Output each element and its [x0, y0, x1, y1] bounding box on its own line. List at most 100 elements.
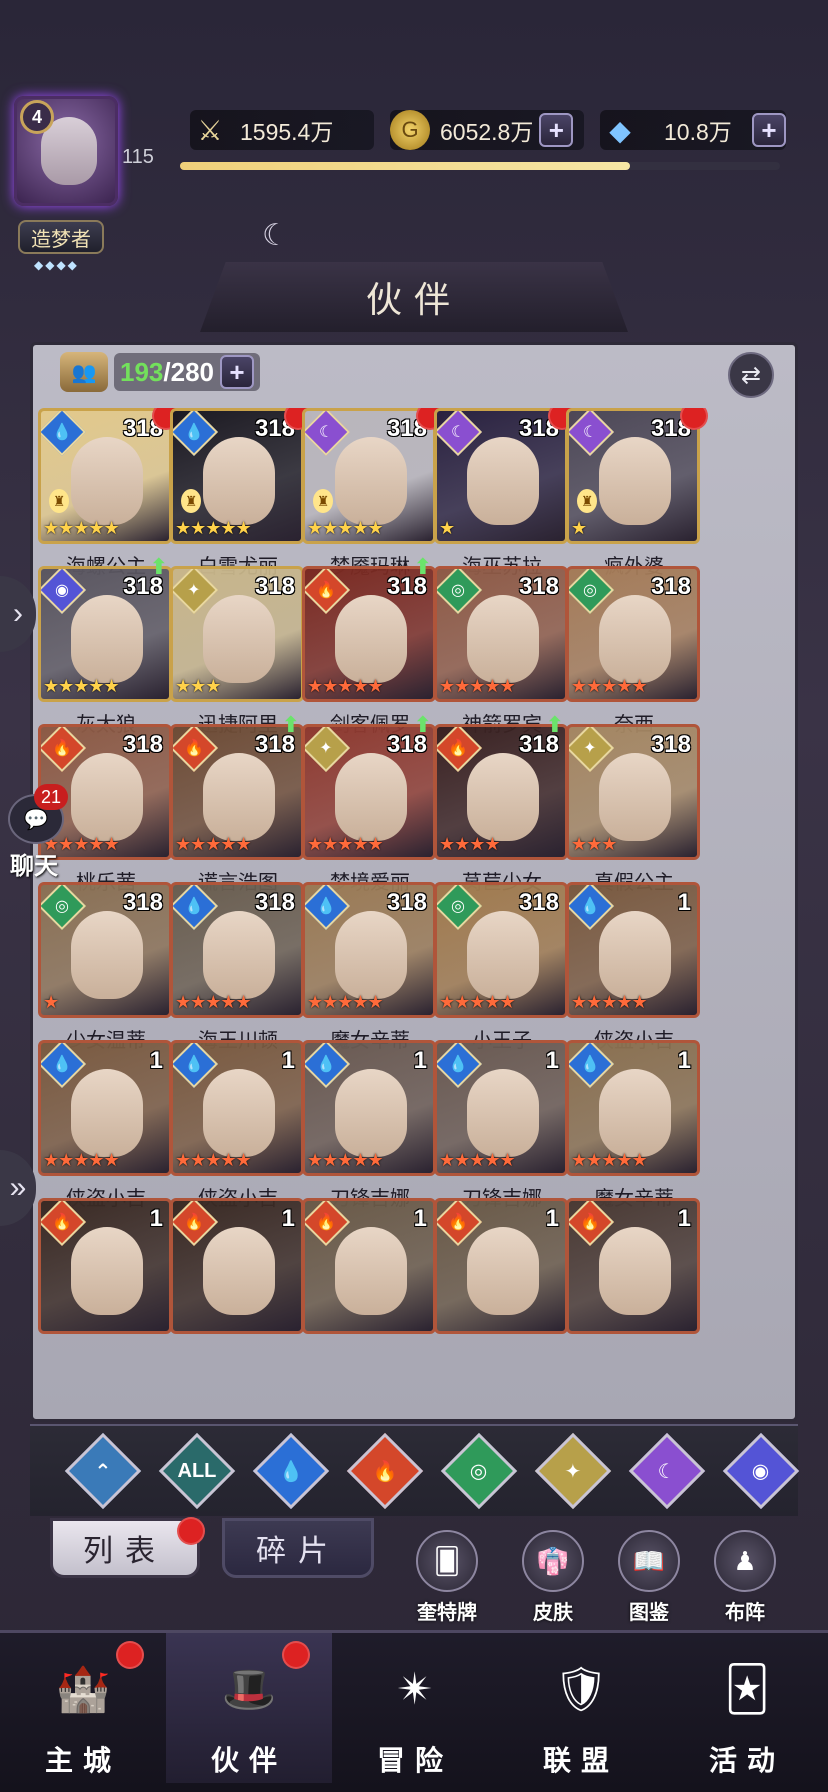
hero-stars: ★★★★★ — [439, 992, 516, 1012]
quick-action-album[interactable]: 📖 图鉴 — [606, 1530, 692, 1626]
nav-item-shield[interactable]: 🛡 联盟 — [498, 1633, 664, 1783]
hero-stars: ★ — [571, 518, 587, 538]
chat-unread-badge: 21 — [34, 784, 68, 810]
expand-roster-button[interactable]: + — [220, 355, 255, 389]
hero-card[interactable]: 🔥318★★★★★⬆谎言浩图 — [170, 712, 306, 896]
nav-item-label: 联盟 — [542, 1744, 619, 1777]
hero-face — [71, 1227, 143, 1315]
upgrade-arrow-icon: ⬆ — [413, 554, 432, 579]
element-glyph: 💧 — [448, 1055, 468, 1073]
roster-max: 280 — [170, 356, 215, 387]
hero-card[interactable]: ☾318★海巫苏拉 — [434, 408, 576, 580]
hero-card[interactable]: 💧318★★★★★海王川顿 — [170, 882, 306, 1054]
nav-item-label: 主城 — [44, 1744, 121, 1777]
hero-stars: ★★★★★ — [175, 834, 252, 854]
cards-icon: 🃏 — [724, 1664, 770, 1714]
hero-face — [467, 595, 539, 683]
filter-cosmic-icon[interactable]: ◉ — [722, 1432, 800, 1510]
hero-card[interactable]: ✦318★★★★★⬆梦境爱丽 — [302, 712, 438, 896]
hero-card[interactable]: ◎318★少女温蒂 — [38, 882, 174, 1054]
filter-wind-icon[interactable]: ◎ — [440, 1432, 518, 1510]
player-title-stars: ◆◆◆◆ — [34, 258, 79, 272]
tab-shards-label: 碎片 — [256, 1534, 340, 1569]
upgrade-arrow-icon: ⬆ — [413, 712, 432, 737]
quick-action-skin[interactable]: 👘 皮肤 — [510, 1530, 596, 1626]
hero-stars: ★★★★★ — [307, 1150, 384, 1170]
element-glyph: 💧 — [184, 423, 204, 441]
hero-stars: ★★★★★ — [43, 518, 120, 538]
nav-item-castle[interactable]: 🏰 主城 — [0, 1633, 166, 1783]
hero-portrait: ◎ 318 ★ — [38, 882, 172, 1018]
hero-stars: ★★★★★ — [439, 676, 516, 696]
hero-card[interactable]: 💧1★★★★★侠盗小吉 — [38, 1040, 174, 1212]
nav-item-compass[interactable]: ✴ 冒险 — [332, 1633, 498, 1783]
hero-card[interactable]: ✦318★★★真假公主 — [566, 724, 702, 896]
chevron-right-icon: › — [13, 597, 23, 630]
hero-card[interactable]: 💧318★★★★★魔女辛蒂 — [302, 882, 438, 1054]
hero-stars: ★★★ — [175, 676, 221, 696]
element-glyph: 🔥 — [448, 739, 468, 757]
hero-portrait: ☾ 318 ♜ ★★★★★ — [302, 408, 436, 544]
moon-ornament-icon: ☾ — [262, 219, 289, 252]
hero-card[interactable]: 💧1★★★★★侠盗小吉 — [566, 882, 702, 1054]
nav-item-label: 冒险 — [376, 1744, 453, 1777]
hero-card[interactable]: ◎318★★★★★小王子 — [434, 882, 570, 1054]
hero-level: 318 — [650, 731, 691, 758]
hero-card[interactable]: 💧1★★★★★侠盗小吉 — [170, 1040, 306, 1212]
hero-card[interactable]: 🔥 1 — [566, 1198, 702, 1370]
hero-level: 318 — [254, 889, 295, 916]
filter-fire-icon[interactable]: 🔥 — [346, 1432, 424, 1510]
nav-item-label: 活动 — [708, 1744, 785, 1777]
hero-level: 1 — [545, 1205, 559, 1232]
hero-card[interactable]: 🔥 1 — [302, 1198, 438, 1370]
hero-card[interactable]: 💧1★★★★★刀锋吉娜 — [434, 1040, 570, 1212]
nav-item-witch-hat[interactable]: 🎩 伙伴 — [166, 1633, 332, 1783]
filter-fire-icon-label: 🔥 — [372, 1460, 398, 1483]
sort-toggle-button[interactable]: ⇄ — [728, 352, 774, 398]
hero-card[interactable]: 💧318♜★★★★★白雪尤丽 — [170, 408, 312, 580]
nav-item-cards[interactable]: 🃏 活动 — [664, 1633, 828, 1783]
chat-button[interactable]: 💬 21 聊天 — [0, 784, 70, 880]
filter-dark-icon-label: ☾ — [658, 1460, 676, 1483]
hero-face — [203, 595, 275, 683]
hero-card[interactable]: 🔥 1 — [170, 1198, 306, 1370]
element-glyph: 💧 — [580, 897, 600, 915]
filter-cosmic-icon-label: ◉ — [752, 1460, 770, 1483]
hero-level: 1 — [677, 889, 691, 916]
filter-light-icon[interactable]: ✦ — [534, 1432, 612, 1510]
diamond-value: 10.8万 — [664, 119, 732, 145]
hero-face — [335, 437, 407, 525]
filter-water-icon[interactable]: 💧 — [252, 1432, 330, 1510]
hero-card[interactable]: 🔥 1 — [38, 1198, 174, 1370]
hero-card[interactable]: 💧1★★★★★魔女辛蒂 — [566, 1040, 702, 1212]
filter-all-button[interactable]: ALL — [158, 1432, 236, 1510]
element-filter-bar: ⌃ ALL 💧 🔥 ◎ ✦ ☾ ◉ — [30, 1424, 800, 1516]
add-gold-button[interactable]: + — [539, 113, 574, 147]
hero-card[interactable]: ◉318★★★★★⬆灰太狼 — [38, 554, 174, 738]
hero-card[interactable]: 💧1★★★★★刀锋吉娜 — [302, 1040, 438, 1212]
element-glyph: ✦ — [187, 582, 201, 599]
element-glyph: 💧 — [52, 423, 72, 441]
hero-face — [71, 911, 143, 999]
hero-card[interactable]: ☾318♜★疯外婆 — [566, 408, 708, 580]
quick-action-formation[interactable]: ♟ 布阵 — [702, 1530, 788, 1626]
hero-stars: ★★★ — [571, 834, 617, 854]
hero-card[interactable]: ◎318★★★★★奈西 — [566, 566, 702, 738]
tab-list[interactable]: 列表 — [50, 1517, 205, 1578]
filter-dark-icon[interactable]: ☾ — [628, 1432, 706, 1510]
element-glyph: 💧 — [184, 1055, 204, 1073]
add-diamond-button[interactable]: + — [752, 113, 786, 147]
tab-list-notification-dot — [177, 1517, 205, 1545]
hero-face — [335, 1069, 407, 1157]
hero-card[interactable]: 🔥318★★★★⬆莴苣少女 — [434, 712, 570, 896]
hero-face — [467, 911, 539, 999]
tab-shards[interactable]: 碎片 — [222, 1518, 374, 1578]
quick-action-card-deck[interactable]: 🂠 奎特牌 — [404, 1530, 490, 1626]
element-glyph: ◎ — [583, 582, 597, 599]
hero-level: 1 — [281, 1047, 295, 1074]
gold-value: 6052.8万 — [440, 119, 534, 145]
swap-arrows-icon: ⇄ — [740, 361, 762, 389]
element-glyph: 💧 — [52, 1055, 72, 1073]
filter-all-chevron-icon[interactable]: ⌃ — [64, 1432, 142, 1510]
hero-card[interactable]: 🔥 1 — [434, 1198, 570, 1370]
